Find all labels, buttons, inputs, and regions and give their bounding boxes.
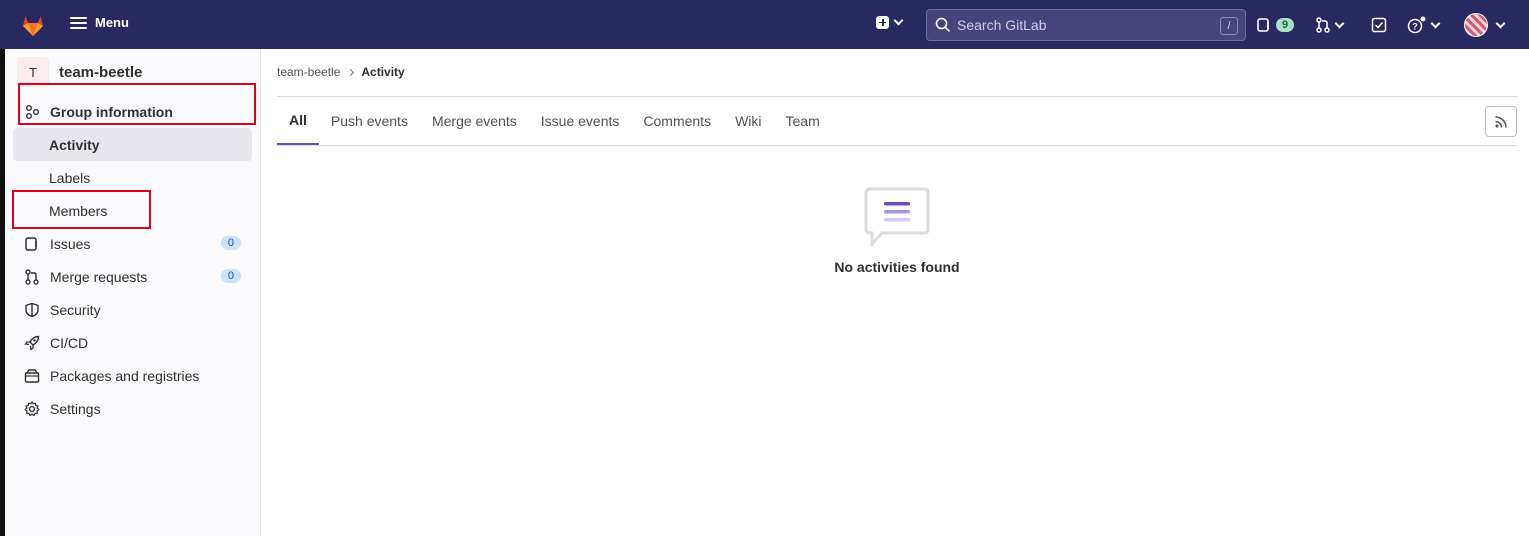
breadcrumb-current[interactable]: Activity: [361, 65, 404, 79]
chevron-down-icon: [1334, 18, 1345, 28]
todo-icon: [1371, 17, 1387, 33]
package-icon: [24, 368, 40, 384]
search-input[interactable]: [957, 17, 1197, 33]
todo-button[interactable]: [1371, 14, 1387, 36]
rss-icon: [1495, 115, 1507, 128]
issues-count-badge: 9: [1276, 18, 1295, 32]
chevron-down-icon: [1495, 18, 1506, 28]
rss-feed-button[interactable]: [1485, 106, 1517, 137]
menu-label: Menu: [95, 15, 129, 30]
hamburger-icon: [70, 16, 87, 29]
issues-icon: [24, 236, 40, 252]
chevron-down-icon: [893, 15, 904, 26]
comment-bubble-icon: [864, 187, 930, 247]
user-menu-button[interactable]: [1464, 13, 1506, 37]
sidebar-item-label: Issues: [50, 235, 91, 252]
gear-icon: [24, 400, 40, 417]
rocket-icon: [24, 335, 40, 351]
issues-icon: [1257, 18, 1269, 32]
sidebar-item-settings[interactable]: Settings: [13, 392, 252, 425]
search-box[interactable]: /: [926, 9, 1246, 41]
merge-request-icon: [24, 268, 40, 285]
avatar: [1464, 13, 1488, 37]
empty-state-title: No activities found: [834, 259, 960, 275]
issues-button[interactable]: 9: [1257, 14, 1295, 36]
search-shortcut-hint: /: [1220, 17, 1238, 35]
sidebar: T team-beetle Group information Activity…: [5, 49, 261, 536]
tab-issue-events[interactable]: Issue events: [529, 97, 632, 145]
tab-merge-events[interactable]: Merge events: [420, 97, 529, 145]
sidebar-item-packages-and-registries[interactable]: Packages and registries: [13, 359, 252, 392]
merge-requests-button[interactable]: [1315, 14, 1345, 36]
breadcrumb-parent[interactable]: team-beetle: [277, 65, 340, 79]
gitlab-logo[interactable]: [20, 12, 46, 38]
tab-push-events[interactable]: Push events: [319, 97, 420, 145]
issues-count-badge: 0: [220, 236, 241, 250]
tab-wiki[interactable]: Wiki: [723, 97, 773, 145]
help-icon: ?: [1407, 16, 1426, 34]
menu-button[interactable]: Menu: [70, 15, 129, 30]
plus-square-icon: [876, 16, 889, 29]
help-button[interactable]: ?: [1407, 14, 1441, 36]
sidebar-item-label: Security: [50, 301, 101, 318]
sidebar-item-issues[interactable]: Issues 0: [13, 227, 252, 260]
sidebar-item-cicd[interactable]: CI/CD: [13, 326, 252, 359]
main-content: team-beetle Activity All Push events Mer…: [261, 49, 1529, 536]
highlight-box-members: [12, 190, 151, 229]
highlight-box-group-information: [18, 83, 256, 125]
merge-requests-count-badge: 0: [220, 269, 241, 283]
tab-all[interactable]: All: [277, 97, 319, 145]
sidebar-item-label: Packages and registries: [50, 367, 200, 384]
sidebar-item-label: Settings: [50, 400, 101, 417]
sidebar-item-label: Merge requests: [50, 268, 148, 285]
tab-team[interactable]: Team: [774, 97, 832, 145]
merge-request-icon: [1316, 17, 1330, 33]
top-navbar: Menu / 9: [0, 0, 1529, 49]
sidebar-item-label: Activity: [49, 136, 100, 153]
shield-icon: [24, 302, 40, 318]
search-icon: [935, 17, 951, 33]
sidebar-item-activity[interactable]: Activity: [13, 128, 252, 161]
chevron-right-icon: [347, 68, 355, 76]
group-name: team-beetle: [59, 63, 143, 81]
breadcrumb: team-beetle Activity: [277, 65, 405, 79]
sidebar-item-security[interactable]: Security: [13, 293, 252, 326]
empty-state: No activities found: [261, 187, 1529, 275]
sidebar-item-label: Labels: [49, 169, 91, 186]
tab-comments[interactable]: Comments: [631, 97, 723, 145]
new-dropdown-button[interactable]: [876, 15, 904, 29]
sidebar-item-label: CI/CD: [50, 334, 89, 351]
svg-text:?: ?: [1412, 22, 1418, 32]
activity-tabs: All Push events Merge events Issue event…: [277, 97, 1517, 146]
sidebar-item-merge-requests[interactable]: Merge requests 0: [13, 260, 252, 293]
chevron-down-icon: [1430, 18, 1441, 28]
